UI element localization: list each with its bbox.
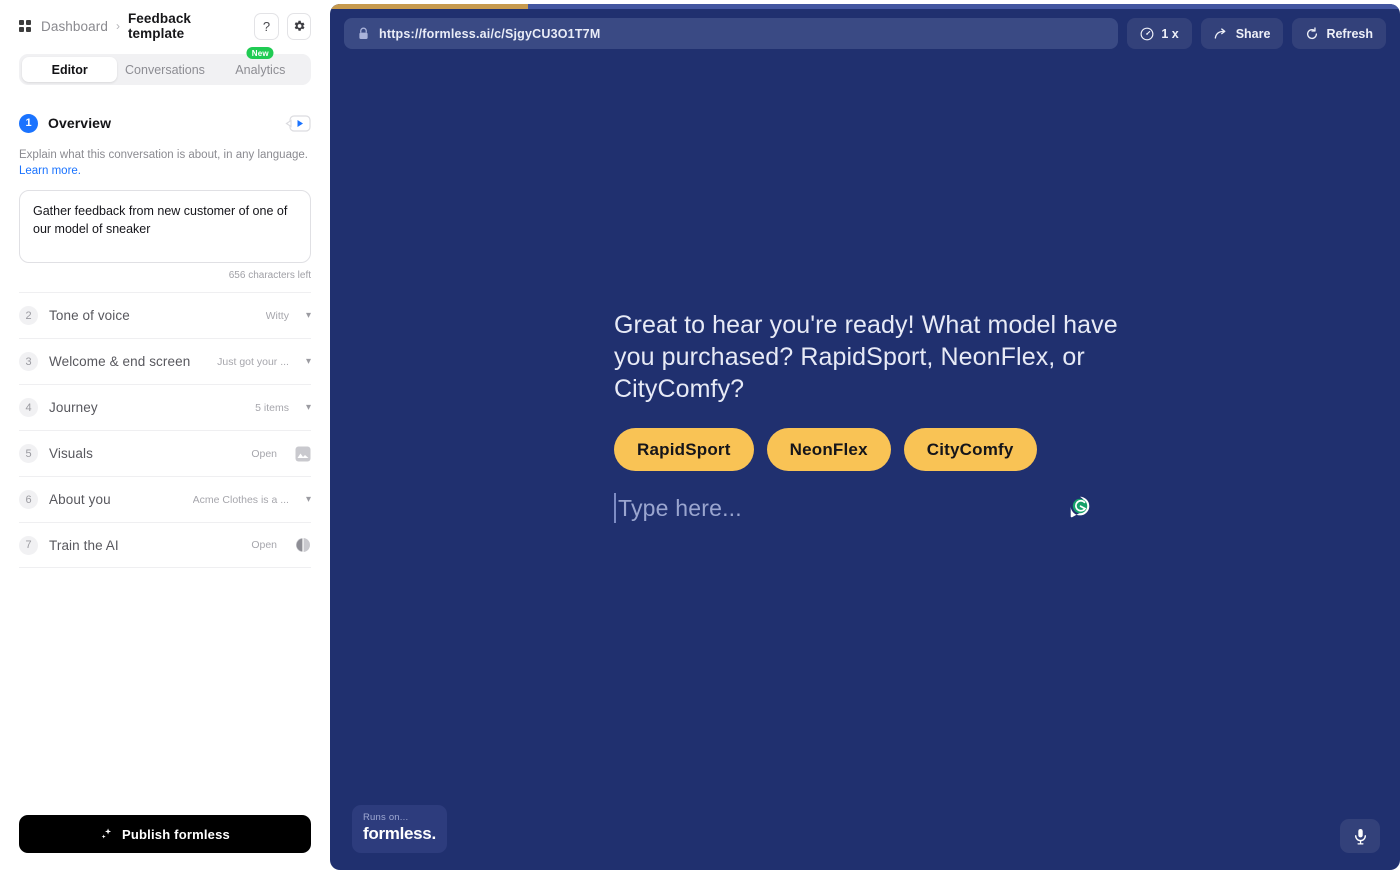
row-value: Just got your ...	[217, 355, 289, 368]
grid-icon	[19, 20, 31, 32]
sidebar-item-about-you[interactable]: 6 About you Acme Clothes is a ... ▾	[19, 476, 311, 522]
overview-textarea[interactable]: Gather feedback from new customer of one…	[19, 190, 311, 263]
tab-editor[interactable]: Editor	[22, 57, 118, 82]
speech-bubble-play-icon	[285, 114, 311, 132]
breadcrumb-current-page: Feedback template	[127, 11, 192, 41]
speed-button-label: 1 x	[1161, 26, 1179, 41]
row-label: Welcome & end screen	[49, 354, 191, 369]
microphone-icon	[1354, 828, 1366, 844]
assistant-question: Great to hear you're ready! What model h…	[614, 311, 1118, 403]
tab-analytics-label: Analytics	[235, 62, 286, 77]
url-input[interactable]: https://formless.ai/c/SjgyCU3O1T7M	[344, 18, 1119, 49]
speed-button[interactable]: 1 x	[1127, 18, 1192, 49]
preview-toolbar: https://formless.ai/c/SjgyCU3O1T7M 1 x S…	[344, 18, 1386, 49]
refresh-button[interactable]: Refresh	[1292, 18, 1386, 49]
choice-chip-rapidsport[interactable]: RapidSport	[614, 428, 754, 471]
row-label: Train the AI	[49, 537, 119, 553]
row-label: Tone of voice	[49, 308, 130, 323]
analytics-new-badge: New	[246, 47, 274, 59]
progress-bar-track	[330, 4, 1400, 9]
share-arrow-icon	[1214, 27, 1226, 39]
tab-conversations-label: Conversations	[125, 62, 205, 77]
sidebar: Dashboard › Feedback template ? Editor C…	[0, 0, 330, 875]
help-button[interactable]: ?	[254, 12, 279, 40]
chevron-down-icon: ▾	[305, 402, 311, 413]
sidebar-item-tone-of-voice[interactable]: 2 Tone of voice Witty ▾	[19, 292, 311, 338]
row-value: Open	[251, 539, 277, 551]
row-value: Witty	[265, 309, 289, 322]
microphone-button[interactable]	[1340, 819, 1380, 853]
row-label: Journey	[49, 400, 98, 415]
share-button-label: Share	[1235, 26, 1271, 41]
row-value: Acme Clothes is a ...	[192, 493, 289, 506]
row-step-number: 4	[19, 398, 38, 417]
characters-left-counter: 656 characters left	[228, 270, 311, 281]
progress-bar-fill	[330, 4, 528, 9]
url-text: https://formless.ai/c/SjgyCU3O1T7M	[379, 26, 601, 41]
overview-description-text: Explain what this conversation is about,…	[19, 149, 308, 161]
row-label: Visuals	[49, 446, 93, 461]
sidebar-item-train-the-ai[interactable]: 7 Train the AI Open	[19, 522, 311, 568]
runs-on-caption: Runs on...	[363, 812, 409, 823]
choice-chip-group: RapidSport NeonFlex CityComfy	[614, 428, 1134, 471]
answer-input-placeholder: Type here...	[618, 494, 742, 521]
publish-button[interactable]: Publish formless	[19, 815, 311, 853]
settings-gear-icon[interactable]	[286, 12, 311, 40]
chevron-down-icon: ▾	[305, 356, 311, 367]
sidebar-item-welcome-end-screen[interactable]: 3 Welcome & end screen Just got your ...…	[19, 338, 311, 384]
grammarly-icon[interactable]	[1068, 495, 1092, 524]
breadcrumb: Dashboard › Feedback template ?	[19, 0, 311, 52]
gear-icon	[294, 20, 305, 31]
tab-editor-label: Editor	[51, 62, 88, 77]
answer-input[interactable]: Type here...	[614, 493, 1114, 523]
image-glyph	[295, 446, 311, 461]
publish-button-label: Publish formless	[122, 826, 230, 842]
settings-row-list: 2 Tone of voice Witty ▾ 3 Welcome & end …	[19, 292, 311, 568]
choice-chip-citycomfy[interactable]: CityComfy	[903, 428, 1037, 471]
sparkle-icon	[101, 828, 112, 839]
grammarly-glyph	[1070, 496, 1090, 518]
page-title: Overview	[48, 115, 112, 131]
choice-chip-neonflex[interactable]: NeonFlex	[766, 428, 891, 471]
row-step-number: 6	[19, 490, 38, 509]
breadcrumb-dashboard-link[interactable]: Dashboard	[41, 19, 108, 34]
overview-description: Explain what this conversation is about,…	[19, 147, 311, 179]
tab-bar: Editor Conversations New Analytics	[19, 47, 311, 85]
preview-play-bubble-icon[interactable]	[285, 114, 311, 132]
refresh-icon	[1307, 26, 1318, 39]
refresh-button-label: Refresh	[1326, 26, 1373, 41]
image-icon	[295, 446, 311, 462]
row-step-number: 2	[19, 306, 38, 325]
brain-icon	[295, 537, 311, 553]
overview-textarea-value: Gather feedback from new customer of one…	[33, 204, 288, 236]
sidebar-item-journey[interactable]: 4 Journey 5 items ▾	[19, 384, 311, 430]
row-step-number: 7	[19, 535, 38, 555]
lock-icon	[359, 27, 368, 39]
tab-analytics[interactable]: New Analytics	[213, 47, 308, 82]
learn-more-link[interactable]: Learn more.	[19, 165, 81, 177]
speedometer-icon	[1140, 27, 1154, 40]
chevron-down-icon: ▾	[305, 494, 311, 505]
brain-glyph	[296, 538, 310, 552]
preview-panel: https://formless.ai/c/SjgyCU3O1T7M 1 x S…	[330, 4, 1400, 870]
chevron-down-icon: ▾	[305, 310, 311, 321]
row-value: Open	[251, 447, 277, 460]
text-caret	[614, 493, 616, 523]
breadcrumb-separator: ›	[115, 19, 120, 33]
runs-on-badge: Runs on... formless.	[352, 805, 447, 853]
sidebar-item-visuals[interactable]: 5 Visuals Open	[19, 430, 311, 476]
overview-section-header: 1 Overview	[19, 109, 311, 137]
row-label: About you	[49, 492, 111, 507]
row-step-number: 3	[19, 352, 38, 371]
overview-step-number: 1	[19, 113, 38, 133]
share-button[interactable]: Share	[1200, 18, 1284, 49]
row-value: 5 items	[255, 401, 289, 414]
app-root: Dashboard › Feedback template ? Editor C…	[0, 0, 1400, 875]
formless-logo: formless.	[363, 824, 436, 843]
tab-conversations[interactable]: Conversations	[117, 57, 212, 82]
row-step-number: 5	[19, 444, 38, 463]
conversation-area: Great to hear you're ready! What model h…	[614, 309, 1134, 523]
